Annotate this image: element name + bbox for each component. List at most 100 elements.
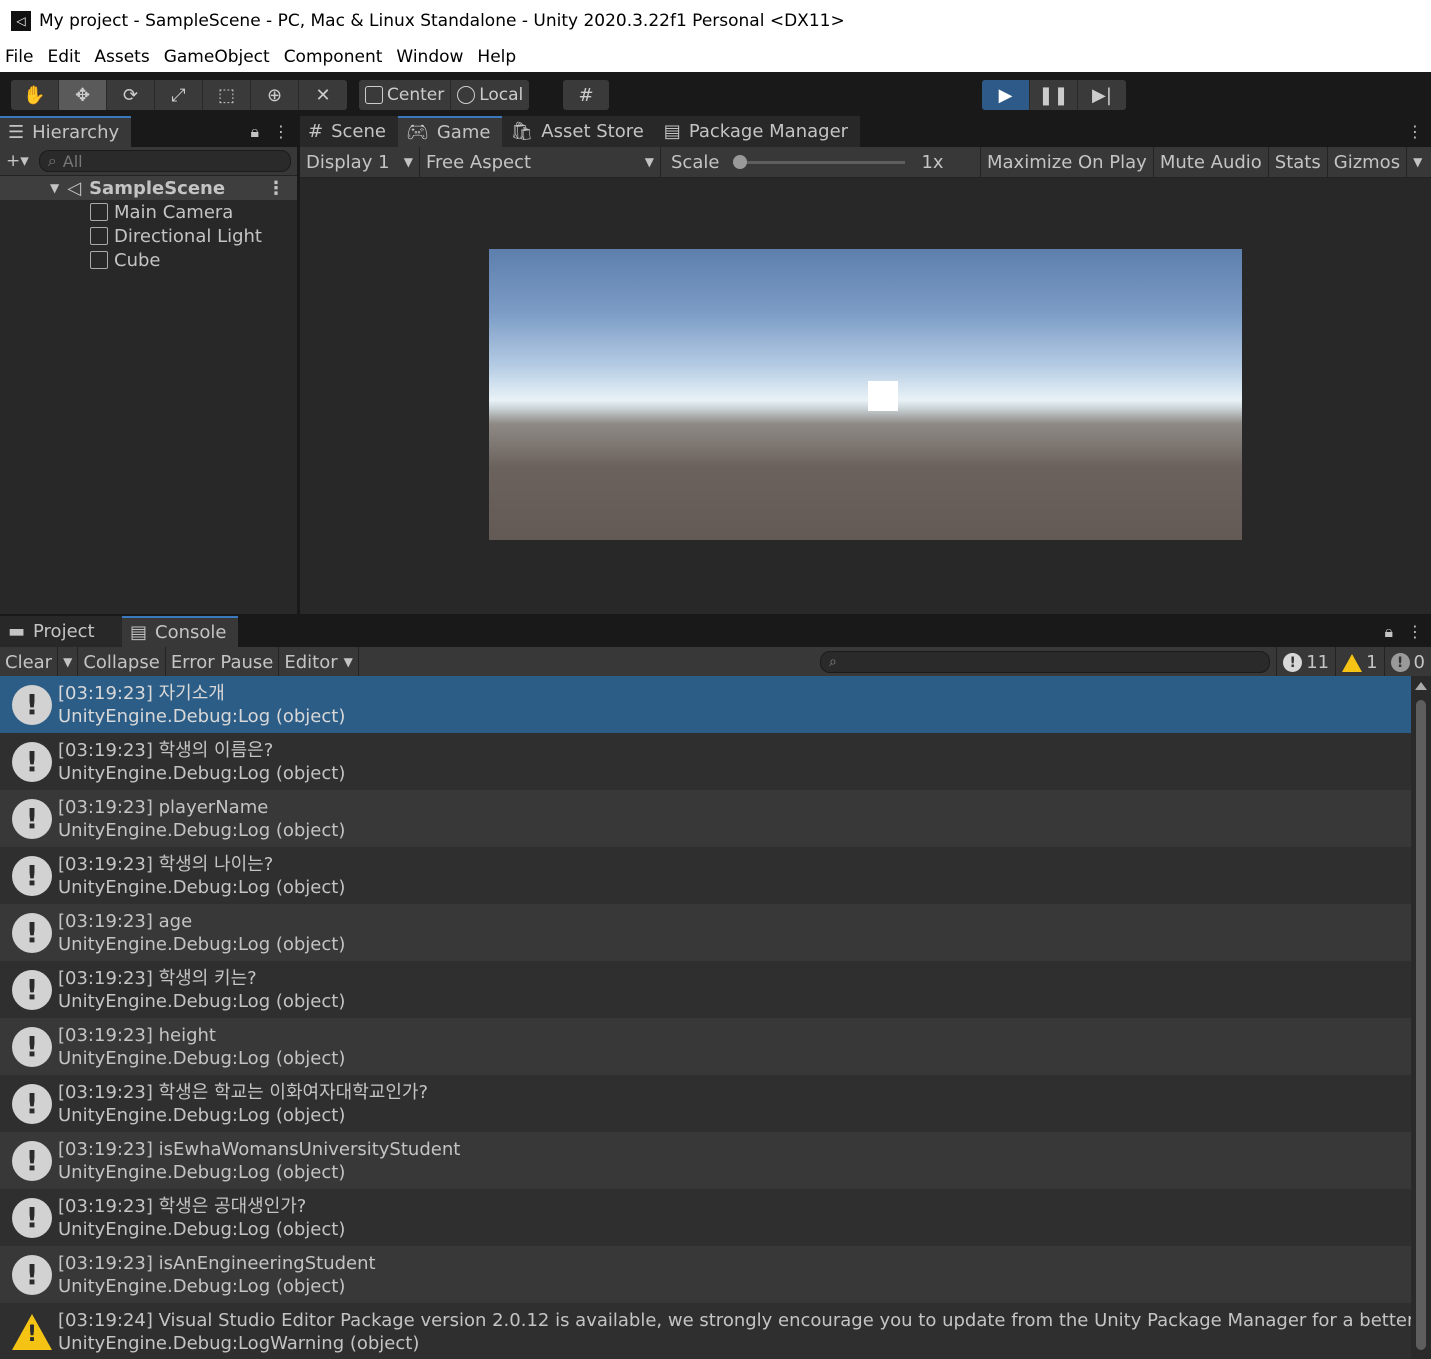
kebab-menu-icon[interactable]: ⋮	[1407, 122, 1423, 141]
kebab-menu-icon[interactable]: ⋮	[273, 122, 289, 142]
clear-dropdown[interactable]: ▼	[58, 646, 79, 678]
gizmos-toggle[interactable]: Gizmos	[1328, 146, 1408, 178]
stats-label: Stats	[1274, 151, 1321, 173]
log-message: [03:19:23] playerName	[58, 796, 269, 818]
expand-triangle-icon[interactable]: ▼	[50, 181, 59, 195]
display-dropdown[interactable]: Display 1 ▼	[300, 146, 420, 178]
center-tabbar: # Scene 🎮︎ Game 🛍︎ Asset Store ▤ Package…	[300, 116, 1431, 147]
scale-slider[interactable]	[733, 154, 906, 169]
log-entry[interactable]: ! [03:19:23] isEwhaWomansUniversityStude…	[0, 1132, 1411, 1189]
move-tool-icon[interactable]: ✥	[59, 80, 107, 110]
log-message: [03:19:23] 학생의 이름은?	[58, 739, 274, 761]
play-button[interactable]: ▶	[982, 80, 1030, 110]
hand-tool-icon[interactable]: ✋	[11, 80, 59, 110]
kebab-menu-icon[interactable]: ⋮	[1407, 622, 1423, 642]
log-entry[interactable]: ! [03:19:23] 학생의 나이는? UnityEngine.Debug:L…	[0, 847, 1411, 904]
scroll-thumb[interactable]	[1416, 700, 1426, 1350]
clear-button[interactable]: Clear	[0, 646, 59, 678]
console-log-list: ! [03:19:23] 자기소개 UnityEngine.Debug:Log (…	[0, 676, 1411, 1359]
log-entry[interactable]: ! [03:19:23] height UnityEngine.Debug:Log…	[0, 1018, 1411, 1075]
aspect-dropdown[interactable]: Free Aspect ▼	[420, 146, 661, 178]
pivot-space-button[interactable]: Local	[451, 80, 529, 110]
warning-count-toggle[interactable]: 1	[1335, 647, 1383, 678]
console-panel: ▬ Project ▤ Console 🔒︎ ⋮ Clear ▼ Collaps…	[0, 616, 1431, 1359]
tab-console[interactable]: ▤ Console	[122, 616, 239, 647]
mute-audio-toggle[interactable]: Mute Audio	[1154, 146, 1269, 178]
log-entry[interactable]: ! [03:19:23] 학생의 이름은? UnityEngine.Debug:L…	[0, 733, 1411, 790]
custom-tool-icon[interactable]: ✕	[299, 80, 347, 110]
lock-icon[interactable]: 🔒︎	[1384, 622, 1393, 642]
log-entry[interactable]: ! [03:19:23] isAnEngineeringStudent Unity…	[0, 1246, 1411, 1303]
scene-menu-icon[interactable]: ⋮	[267, 178, 285, 199]
console-search-input[interactable]: ⌕	[820, 651, 1270, 673]
gamepad-icon: 🎮︎	[405, 122, 429, 143]
log-entry[interactable]: ! [03:19:23] 자기소개 UnityEngine.Debug:Log (…	[0, 676, 1411, 733]
grid-snap-icon[interactable]: #	[563, 80, 609, 110]
grid-icon: #	[308, 121, 324, 142]
hierarchy-item-main-camera[interactable]: Main Camera	[0, 200, 297, 224]
pause-button[interactable]: ❚❚	[1030, 80, 1078, 110]
menu-gameobject[interactable]: GameObject	[164, 47, 270, 67]
log-entry-warning[interactable]: ! [03:19:24] Visual Studio Editor Packag…	[0, 1303, 1411, 1359]
clear-label: Clear	[5, 651, 53, 673]
scroll-up-arrow-icon[interactable]	[1415, 682, 1427, 690]
info-bubble-icon: !	[12, 855, 52, 896]
warning-triangle-icon: !	[12, 1313, 52, 1350]
log-trace: UnityEngine.Debug:Log (object)	[58, 990, 346, 1012]
step-button[interactable]: ▶|	[1078, 80, 1126, 110]
game-viewport[interactable]	[489, 249, 1242, 540]
info-count-toggle[interactable]: ! 11	[1276, 647, 1335, 678]
tab-scene[interactable]: # Scene	[300, 116, 398, 147]
hierarchy-item-cube[interactable]: Cube	[0, 248, 297, 272]
tab-package-manager[interactable]: ▤ Package Manager	[655, 116, 861, 147]
maximize-on-play-toggle[interactable]: Maximize On Play	[981, 146, 1154, 178]
log-message: [03:19:23] 학생의 키는?	[58, 967, 257, 989]
collapse-toggle[interactable]: Collapse	[78, 646, 166, 678]
scene-row[interactable]: ▼ ◁ SampleScene ⋮	[0, 176, 297, 200]
log-trace: UnityEngine.Debug:Log (object)	[58, 1218, 346, 1240]
log-entry[interactable]: ! [03:19:23] playerName UnityEngine.Debug…	[0, 790, 1411, 847]
dropdown-arrow-icon: ▼	[1413, 155, 1423, 169]
menu-window[interactable]: Window	[396, 47, 463, 67]
scale-label: Scale	[671, 151, 720, 173]
log-entry[interactable]: ! [03:19:23] 학생의 키는? UnityEngine.Debug:Lo…	[0, 961, 1411, 1018]
menu-edit[interactable]: Edit	[47, 47, 80, 67]
menu-help[interactable]: Help	[477, 47, 516, 67]
console-scrollbar[interactable]	[1411, 676, 1431, 1359]
lock-icon[interactable]: 🔒︎	[250, 122, 259, 142]
tab-hierarchy[interactable]: ☰ Hierarchy	[0, 116, 132, 147]
rect-tool-icon[interactable]: ⬚	[203, 80, 251, 110]
error-pause-toggle[interactable]: Error Pause	[166, 646, 280, 678]
menu-file[interactable]: File	[5, 47, 33, 67]
hierarchy-search-input[interactable]: ⌕ All	[38, 150, 291, 172]
scale-slider-knob[interactable]	[733, 154, 748, 169]
game-toolbar: Display 1 ▼ Free Aspect ▼ Scale 1x Maxim…	[300, 146, 1431, 178]
dropdown-arrow-icon: ▼	[343, 655, 353, 669]
log-message: [03:19:23] isAnEngineeringStudent	[58, 1252, 376, 1274]
rotate-tool-icon[interactable]: ⟳	[107, 80, 155, 110]
scale-tool-icon[interactable]: ⤢	[155, 80, 203, 110]
transform-tool-icon[interactable]: ⊕	[251, 80, 299, 110]
tab-project[interactable]: ▬ Project	[0, 616, 122, 647]
hierarchy-tabbar: ☰ Hierarchy 🔒︎ ⋮	[0, 116, 297, 147]
editor-dropdown[interactable]: Editor ▼	[279, 646, 359, 678]
menu-component[interactable]: Component	[284, 47, 383, 67]
info-bubble-icon: !	[12, 1140, 52, 1181]
list-icon: ☰	[8, 122, 25, 143]
hierarchy-item-directional-light[interactable]: Directional Light	[0, 224, 297, 248]
log-entry[interactable]: ! [03:19:23] 학생은 공대생인가? UnityEngine.Debug…	[0, 1189, 1411, 1246]
error-count: 0	[1413, 652, 1425, 673]
menu-assets[interactable]: Assets	[94, 47, 149, 67]
log-entry[interactable]: ! [03:19:23] age UnityEngine.Debug:Log (o…	[0, 904, 1411, 961]
stats-toggle[interactable]: Stats	[1269, 146, 1328, 178]
pivot-center-button[interactable]: Center	[359, 80, 452, 110]
gizmos-dropdown[interactable]: ▼	[1407, 147, 1428, 178]
error-count-toggle[interactable]: ! 0	[1383, 647, 1431, 678]
info-bubble-icon: !	[12, 1254, 52, 1295]
dropdown-arrow-icon: ▼	[63, 655, 73, 669]
create-plus-icon[interactable]: +▾	[6, 151, 29, 171]
log-message: [03:19:23] 학생의 나이는?	[58, 853, 274, 875]
tab-asset-store[interactable]: 🛍︎ Asset Store	[502, 116, 656, 147]
tab-game[interactable]: 🎮︎ Game	[397, 116, 503, 147]
log-entry[interactable]: ! [03:19:23] 학생은 학교는 이화여자대학교인가? UnityEngi…	[0, 1075, 1411, 1132]
